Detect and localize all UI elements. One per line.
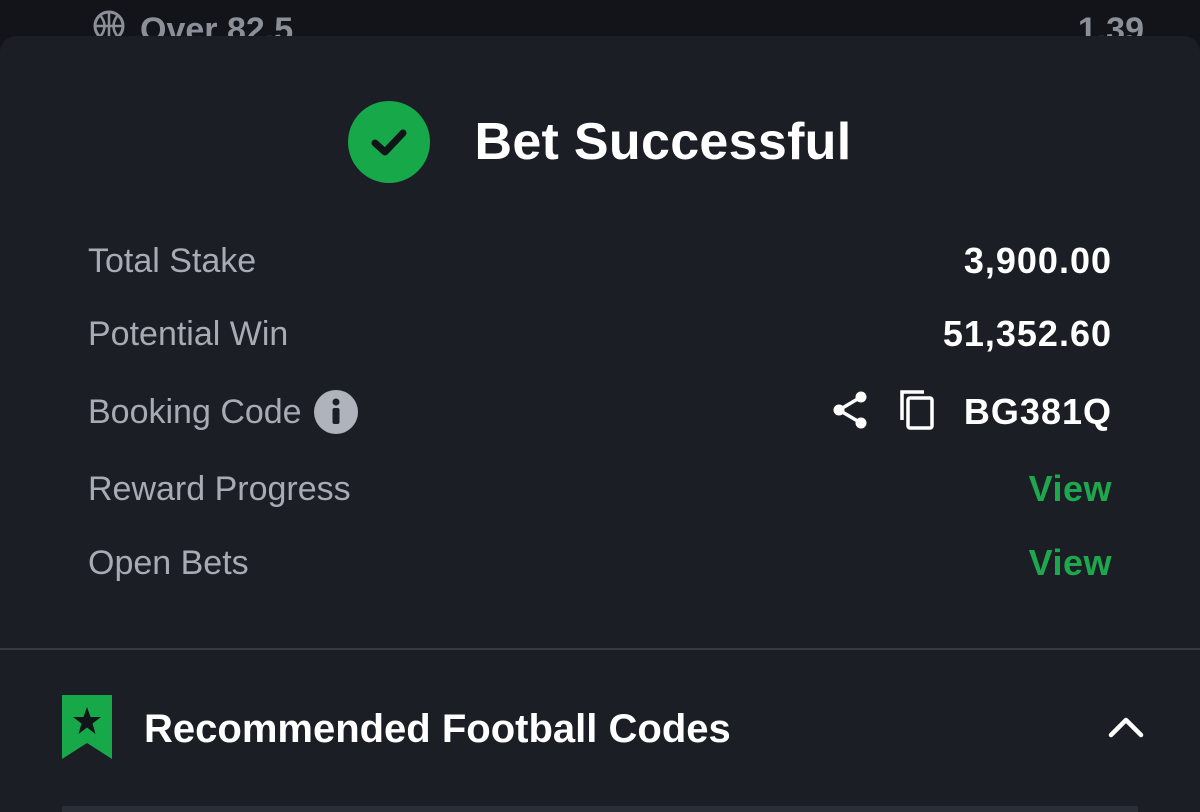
open-bets-label: Open Bets <box>88 543 249 582</box>
success-header: Bet Successful <box>0 100 1200 184</box>
bookmark-star-icon <box>60 693 114 766</box>
booking-code-label: Booking Code <box>88 392 302 431</box>
booking-code-value: BG381Q <box>963 391 1112 432</box>
reward-progress-view-link[interactable]: View <box>1029 468 1112 510</box>
section-divider <box>0 648 1200 650</box>
total-stake-row: Total Stake 3,900.00 <box>88 236 1112 286</box>
recommended-codes-header[interactable]: Recommended Football Codes <box>60 694 1144 764</box>
reward-progress-row: Reward Progress View <box>88 464 1112 514</box>
potential-win-row: Potential Win 51,352.60 <box>88 309 1112 359</box>
page-title: Bet Successful <box>474 113 852 171</box>
booking-code-label-group: Booking Code <box>88 390 358 434</box>
bet-success-sheet: Bet Successful Total Stake 3,900.00 Pote… <box>0 36 1200 812</box>
info-icon[interactable] <box>313 390 358 434</box>
share-icon[interactable] <box>830 389 870 436</box>
recommended-title: Recommended Football Codes <box>144 706 731 751</box>
check-circle-icon <box>348 101 431 183</box>
next-card-edge <box>62 806 1138 812</box>
booking-code-actions: BG381Q <box>830 388 1112 437</box>
potential-win-value: 51,352.60 <box>942 313 1112 354</box>
total-stake-label: Total Stake <box>88 241 257 280</box>
chevron-up-icon[interactable] <box>1108 715 1144 744</box>
open-bets-view-link[interactable]: View <box>1029 542 1112 584</box>
total-stake-value: 3,900.00 <box>963 240 1112 281</box>
copy-icon[interactable] <box>898 388 936 437</box>
potential-win-label: Potential Win <box>88 314 289 353</box>
booking-code-row: Booking Code BG381Q <box>88 387 1112 437</box>
reward-progress-label: Reward Progress <box>88 469 351 508</box>
open-bets-row: Open Bets View <box>88 538 1112 588</box>
